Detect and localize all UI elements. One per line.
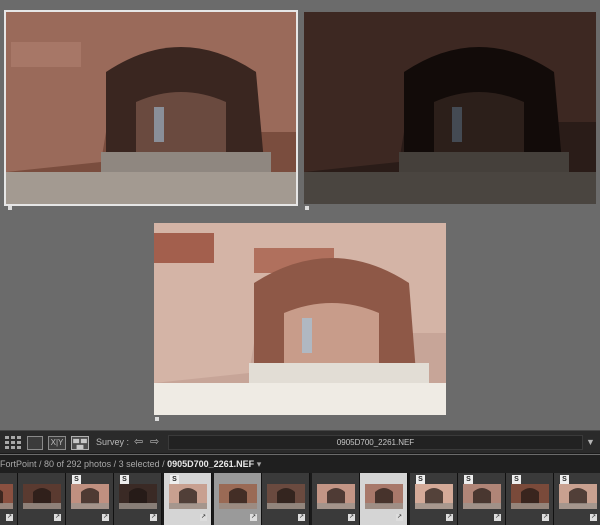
next-photo-button[interactable]: ⇨ — [150, 435, 159, 448]
thumbnail-image — [365, 484, 403, 509]
filmstrip-thumbnail[interactable]: ↗ — [214, 473, 262, 525]
filmstrip-source-bar[interactable]: FortPoint / 80 of 292 photos / 3 selecte… — [0, 455, 600, 473]
thumbnail-image — [267, 484, 305, 509]
survey-icon — [73, 438, 87, 450]
edit-badge-icon: ↗ — [150, 514, 157, 521]
edit-badge-icon: ↗ — [6, 514, 13, 521]
filmstrip-thumbnail[interactable]: ↗ — [312, 473, 360, 525]
edit-badge-icon: ↗ — [54, 514, 61, 521]
edit-badge-icon: ↗ — [102, 514, 109, 521]
folder-name: FortPoint — [0, 459, 37, 469]
compare-view-button[interactable]: X|Y — [48, 436, 66, 450]
filmstrip-thumbnail[interactable]: ↗S — [114, 473, 162, 525]
selection-badge-icon: S — [416, 475, 425, 484]
filmstrip: ↗S↗↗S↗S↗S↗↗↗↗↗S↗S↗S↗S — [0, 473, 600, 525]
loupe-view-button[interactable] — [27, 436, 43, 450]
thumbnail-image — [23, 484, 61, 509]
filmstrip-thumbnail[interactable]: ↗S — [164, 473, 212, 525]
edit-badge-icon: ↗ — [348, 514, 355, 521]
thumbnail-image — [559, 484, 597, 509]
selection-badge-icon: S — [170, 475, 179, 484]
filmstrip-thumbnail[interactable]: ↗S — [554, 473, 600, 525]
thumbnail-image — [71, 484, 109, 509]
source-dropdown-icon[interactable]: ▾ — [257, 459, 262, 469]
thumbnail-image — [317, 484, 355, 509]
photo-flag-icon — [305, 206, 309, 210]
filmstrip-thumbnail[interactable]: ↗S — [0, 473, 18, 525]
previous-photo-button[interactable]: ⇦ — [134, 435, 143, 448]
edit-badge-icon: ↗ — [494, 514, 501, 521]
edit-badge-icon: ↗ — [446, 514, 453, 521]
grid-view-button[interactable] — [5, 436, 21, 450]
filmstrip-thumbnail[interactable]: ↗S — [66, 473, 114, 525]
survey-photo-1[interactable] — [4, 10, 298, 206]
edit-badge-icon: ↗ — [200, 514, 207, 521]
photo-count: / 80 of 292 photos / 3 selected / — [36, 459, 168, 469]
thumbnail-image — [511, 484, 549, 509]
grid-icon — [5, 436, 21, 449]
filmstrip-thumbnail[interactable]: ↗S — [410, 473, 458, 525]
thumbnail-image — [463, 484, 501, 509]
thumbnail-image — [119, 484, 157, 509]
current-filename: 0905D700_2261.NEF — [167, 459, 255, 469]
filmstrip-thumbnail[interactable]: ↗S — [458, 473, 506, 525]
edit-badge-icon: ↗ — [298, 514, 305, 521]
selection-badge-icon: S — [560, 475, 569, 484]
filmstrip-thumbnail[interactable]: ↗ — [18, 473, 66, 525]
thumbnail-image — [415, 484, 453, 509]
edit-badge-icon: ↗ — [542, 514, 549, 521]
selection-badge-icon: S — [120, 475, 129, 484]
selection-badge-icon: S — [464, 475, 473, 484]
active-filename-field: 0905D700_2261.NEF — [168, 435, 583, 450]
selection-badge-icon: S — [512, 475, 521, 484]
filmstrip-thumbnail[interactable]: ↗ — [262, 473, 310, 525]
photo-flag-icon — [8, 206, 12, 210]
filmstrip-thumbnail[interactable]: ↗ — [360, 473, 408, 525]
survey-photo-3[interactable] — [154, 223, 446, 415]
edit-badge-icon: ↗ — [250, 514, 257, 521]
toolbar-menu-dropdown[interactable]: ▼ — [586, 437, 595, 447]
survey-photo-2[interactable] — [304, 12, 596, 204]
selection-badge-icon: S — [72, 475, 81, 484]
edit-badge-icon: ↗ — [590, 514, 597, 521]
edit-badge-icon: ↗ — [396, 514, 403, 521]
thumbnail-image — [219, 484, 257, 509]
filmstrip-thumbnail[interactable]: ↗S — [506, 473, 554, 525]
compare-icon: X|Y — [50, 438, 64, 447]
survey-mode-label: Survey : — [96, 437, 130, 447]
thumbnail-image — [0, 484, 13, 509]
survey-view-button[interactable] — [71, 436, 89, 450]
photo-flag-icon — [155, 417, 159, 421]
view-toolbar: X|Y Survey : ⇦ ⇨ 0905D700_2261.NEF ▼ — [0, 430, 600, 454]
thumbnail-image — [169, 484, 207, 509]
